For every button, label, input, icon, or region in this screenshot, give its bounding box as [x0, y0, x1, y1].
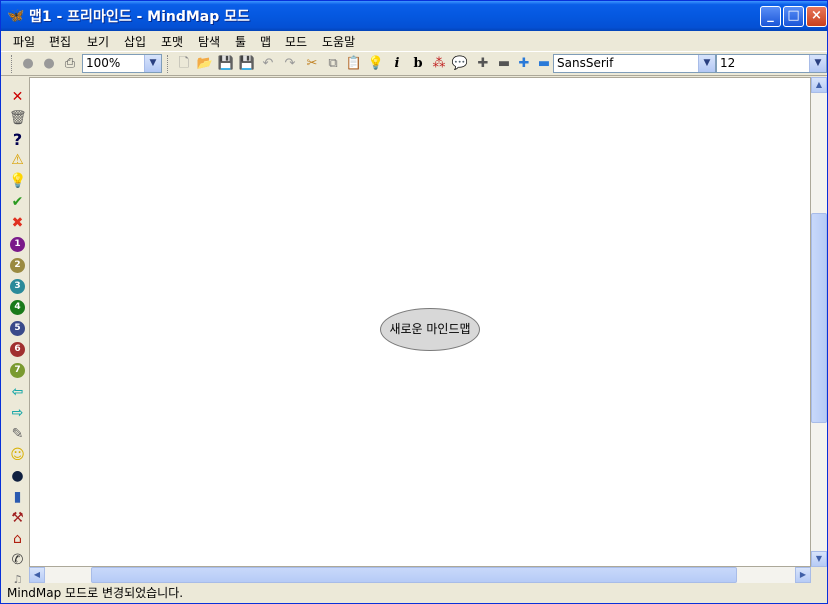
toolbar: ● ● ⎙ 100% ▼ 🗋 📂 💾 💾 ↶ ↷ ✂ ⧉ 📋 💡 i b ⁂ 💬…	[1, 51, 827, 76]
open-folder-icon[interactable]: 📂	[196, 55, 214, 73]
chevron-down-icon[interactable]: ▼	[809, 55, 826, 72]
menu-format[interactable]: 포맷	[161, 33, 183, 50]
menu-insert[interactable]: 삽입	[124, 33, 146, 50]
close-red-x-icon[interactable]: ✕	[9, 89, 26, 106]
undo-icon[interactable]: ↶	[259, 55, 277, 73]
book-icon[interactable]: ▮	[9, 489, 26, 506]
window-title: 맵1 - 프리마인드 - MindMap 모드	[29, 9, 250, 25]
bold-icon[interactable]: b	[409, 55, 427, 73]
copy-icon[interactable]: ⧉	[324, 55, 342, 73]
paste-icon[interactable]: 📋	[345, 55, 363, 73]
lightbulb-icon[interactable]: 💡	[367, 55, 385, 73]
redo-icon[interactable]: ↷	[281, 55, 299, 73]
icon-toolbar: ✕ 🗑 ? ⚠ 💡 ✔ ✖ 1 2 3 4 5 6 7 ⇦ ⇨ ✎ ☺ ● ▮ …	[1, 77, 29, 586]
home-icon[interactable]: ⌂	[9, 531, 26, 548]
arrow-left-icon[interactable]: ⇦	[9, 384, 26, 401]
horizontal-scroll-thumb[interactable]	[91, 567, 737, 583]
menu-bar: 파일 편집 보기 삽입 포맷 탐색 툴 맵 모드 도움말	[1, 31, 827, 51]
status-bar: MindMap 모드로 변경되었습니다.	[1, 583, 827, 603]
bomb-icon[interactable]: ●	[9, 468, 26, 485]
menu-file[interactable]: 파일	[13, 33, 35, 50]
horizontal-scrollbar[interactable]: ◀ ▶	[29, 567, 811, 583]
vertical-scroll-thumb[interactable]	[811, 213, 827, 423]
question-icon[interactable]: ?	[9, 131, 26, 148]
priority-5-icon[interactable]: 5	[10, 321, 25, 336]
trash-icon[interactable]: 🗑	[9, 110, 27, 127]
save-as-icon[interactable]: 💾	[238, 55, 256, 73]
back-icon[interactable]: ●	[19, 55, 37, 73]
vertical-scrollbar[interactable]: ▲ ▼	[811, 77, 827, 567]
font-family-select[interactable]: SansSerif ▼	[553, 54, 716, 73]
priority-3-icon[interactable]: 3	[10, 279, 25, 294]
cross-icon[interactable]: ✖	[9, 215, 26, 232]
scroll-right-arrow-icon[interactable]: ▶	[795, 567, 811, 583]
scroll-up-arrow-icon[interactable]: ▲	[811, 77, 827, 93]
menu-edit[interactable]: 편집	[49, 33, 71, 50]
scroll-left-arrow-icon[interactable]: ◀	[29, 567, 45, 583]
pencil-icon[interactable]: ✎	[9, 426, 26, 443]
smiley-icon[interactable]: ☺	[9, 447, 26, 464]
zoom-out-minus-icon[interactable]: ▬	[495, 55, 513, 73]
priority-1-icon[interactable]: 1	[10, 237, 25, 252]
phone-icon[interactable]: ✆	[9, 552, 26, 569]
minimize-button[interactable]: _	[760, 6, 781, 27]
increase-icon[interactable]: ✚	[515, 55, 533, 73]
zoom-in-plus-icon[interactable]: ✚	[474, 55, 492, 73]
warning-icon[interactable]: ⚠	[9, 152, 26, 169]
arrow-right-icon[interactable]: ⇨	[9, 405, 26, 422]
italic-icon[interactable]: i	[388, 55, 406, 73]
priority-2-icon[interactable]: 2	[10, 258, 25, 273]
butterfly-icon: 🦋	[7, 8, 25, 24]
zoom-value: 100%	[86, 56, 121, 70]
menu-view[interactable]: 보기	[87, 33, 109, 50]
font-family-value: SansSerif	[557, 56, 614, 70]
scroll-down-arrow-icon[interactable]: ▼	[811, 551, 827, 567]
menu-tools[interactable]: 툴	[235, 33, 246, 50]
priority-7-icon[interactable]: 7	[10, 363, 25, 378]
speech-bubble-icon[interactable]: 💬	[451, 55, 469, 73]
toolbar-grip[interactable]	[11, 55, 15, 73]
menu-navigate[interactable]: 탐색	[198, 33, 220, 50]
priority-4-icon[interactable]: 4	[10, 300, 25, 315]
cloud-color-icon[interactable]: ⁂	[430, 55, 448, 73]
toolbar-grip[interactable]	[167, 55, 171, 73]
zoom-select[interactable]: 100% ▼	[82, 54, 162, 73]
chevron-down-icon[interactable]: ▼	[698, 55, 715, 72]
hammer-icon[interactable]: ⚒	[9, 510, 26, 527]
decrease-icon[interactable]: ▬	[535, 55, 553, 73]
save-icon[interactable]: 💾	[217, 55, 235, 73]
menu-help[interactable]: 도움말	[322, 33, 355, 50]
chevron-down-icon[interactable]: ▼	[144, 55, 161, 72]
forward-icon[interactable]: ●	[40, 55, 58, 73]
menu-map[interactable]: 맵	[260, 33, 271, 50]
maximize-button[interactable]: □	[783, 6, 804, 27]
app-window: 🦋 맵1 - 프리마인드 - MindMap 모드 _ □ × 파일 편집 보기…	[0, 0, 828, 604]
checkmark-icon[interactable]: ✔	[9, 194, 26, 211]
new-file-icon[interactable]: 🗋	[175, 55, 193, 73]
font-size-select[interactable]: 12 ▼	[716, 54, 827, 73]
title-bar[interactable]: 🦋 맵1 - 프리마인드 - MindMap 모드 _ □ ×	[1, 1, 827, 31]
priority-6-icon[interactable]: 6	[10, 342, 25, 357]
cut-icon[interactable]: ✂	[303, 55, 321, 73]
print-icon[interactable]: ⎙	[61, 55, 79, 73]
mindmap-canvas[interactable]: 새로운 마인드맵	[29, 77, 811, 567]
close-button[interactable]: ×	[806, 6, 827, 27]
root-node[interactable]: 새로운 마인드맵	[380, 308, 480, 351]
lightbulb-icon[interactable]: 💡	[9, 173, 26, 190]
font-size-value: 12	[720, 56, 736, 70]
menu-mode[interactable]: 모드	[285, 33, 307, 50]
